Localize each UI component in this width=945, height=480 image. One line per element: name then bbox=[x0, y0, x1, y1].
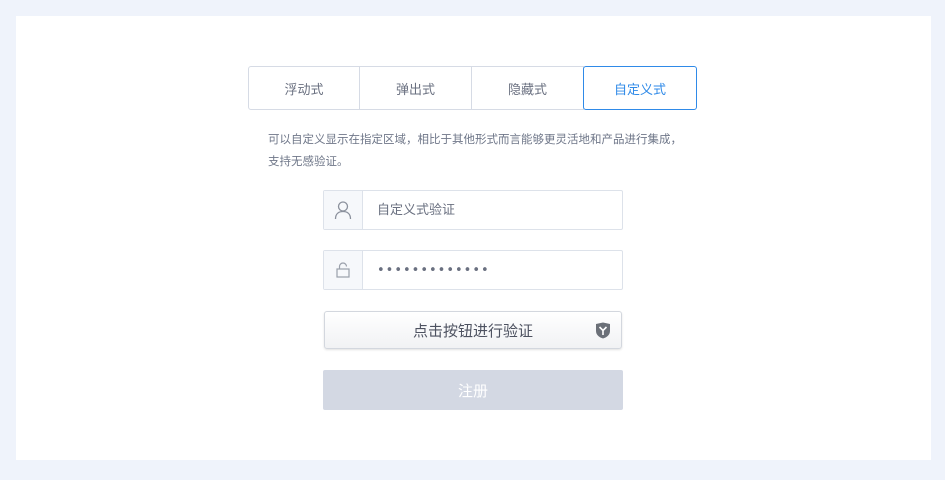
verify-button-label: 点击按钮进行验证 bbox=[412, 321, 533, 340]
tab-custom[interactable]: 自定义式 bbox=[583, 66, 697, 110]
demo-card: 浮动式 弹出式 隐藏式 自定义式 可以自定义显示在指定区域，相比于其他形式而言能… bbox=[16, 16, 931, 460]
mode-tabs: 浮动式 弹出式 隐藏式 自定义式 bbox=[248, 66, 698, 110]
username-field bbox=[323, 190, 623, 230]
verify-button[interactable]: 点击按钮进行验证 bbox=[324, 311, 622, 349]
username-input[interactable] bbox=[363, 191, 622, 229]
tab-floating[interactable]: 浮动式 bbox=[248, 66, 360, 110]
tab-hidden[interactable]: 隐藏式 bbox=[472, 66, 584, 110]
register-button[interactable]: 注册 bbox=[323, 370, 623, 410]
password-input[interactable] bbox=[363, 251, 622, 289]
password-field bbox=[323, 250, 623, 290]
lock-icon bbox=[324, 251, 363, 289]
user-icon bbox=[324, 191, 363, 229]
mode-description: 可以自定义显示在指定区域，相比于其他形式而言能够更灵活地和产品进行集成，支持无感… bbox=[268, 132, 682, 168]
shield-logo-icon bbox=[595, 322, 611, 343]
tab-popup[interactable]: 弹出式 bbox=[360, 66, 472, 110]
